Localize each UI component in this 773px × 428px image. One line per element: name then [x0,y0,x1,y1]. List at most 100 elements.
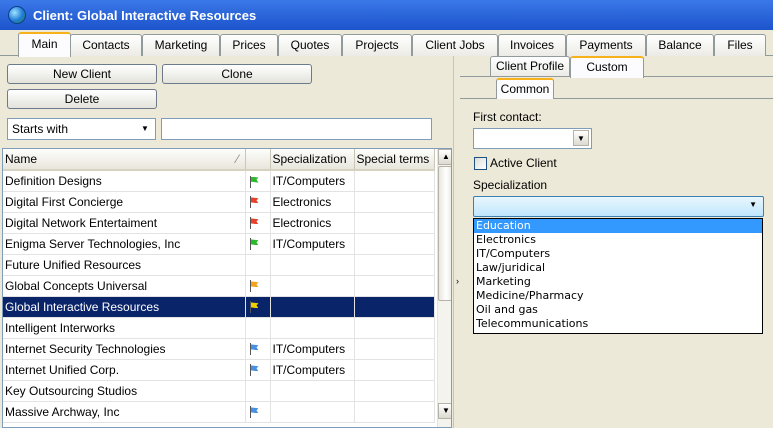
table-row[interactable]: Digital First Concierge Electronics [3,191,435,213]
specialization-option[interactable]: Medicine/Pharmacy [474,289,762,303]
tab-payments[interactable]: Payments [566,34,646,56]
specialization-cell[interactable] [270,254,355,276]
table-row[interactable]: Intelligent Interworks [3,317,435,339]
tab-client-profile[interactable]: Client Profile [490,56,570,76]
client-name-cell[interactable]: Enigma Server Technologies, Inc [3,233,246,255]
flag-cell[interactable] [245,317,271,339]
new-client-button[interactable]: New Client [7,64,157,84]
flag-cell[interactable] [245,233,271,255]
column-name[interactable]: Name ⁄ [3,149,246,171]
special-terms-cell[interactable] [354,296,435,318]
specialization-cell[interactable]: Electronics [270,191,355,213]
column-special-terms[interactable]: Special terms [354,149,435,171]
column-flag[interactable] [245,149,271,171]
flag-cell[interactable] [245,212,271,234]
clone-button[interactable]: Clone [162,64,312,84]
table-row[interactable]: Global Concepts Universal [3,275,435,297]
client-name-cell[interactable]: Intelligent Interworks [3,317,246,339]
specialization-cell[interactable]: IT/Computers [270,359,355,381]
panel-splitter[interactable]: › [453,56,460,428]
flag-cell[interactable] [245,296,271,318]
table-row[interactable]: Digital Network Entertaiment Electronics [3,212,435,234]
flag-cell[interactable] [245,380,271,402]
scroll-up-icon[interactable]: ▲ [438,149,451,165]
tab-quotes[interactable]: Quotes [278,34,342,56]
table-row[interactable]: Internet Unified Corp. IT/Computers [3,359,435,381]
specialization-cell[interactable]: IT/Computers [270,233,355,255]
tab-common[interactable]: Common [496,78,554,99]
specialization-option[interactable]: Electronics [474,233,762,247]
table-row[interactable]: Definition Designs IT/Computers [3,170,435,192]
scroll-thumb[interactable] [438,166,451,301]
specialization-cell[interactable] [270,401,355,423]
delete-button[interactable]: Delete [7,89,157,109]
client-name-cell[interactable]: Digital Network Entertaiment [3,212,246,234]
client-name-cell[interactable]: Digital First Concierge [3,191,246,213]
special-terms-cell[interactable] [354,317,435,339]
special-terms-cell[interactable] [354,170,435,192]
special-terms-cell[interactable] [354,233,435,255]
table-row[interactable]: Key Outsourcing Studios [3,380,435,402]
specialization-option[interactable]: Law/juridical [474,261,762,275]
special-terms-cell[interactable] [354,338,435,360]
client-name-cell[interactable]: Future Unified Resources [3,254,246,276]
special-terms-cell[interactable] [354,191,435,213]
table-row[interactable]: Enigma Server Technologies, Inc IT/Comput… [3,233,435,255]
flag-cell[interactable] [245,275,271,297]
specialization-cell[interactable] [270,275,355,297]
grid-scrollbar[interactable]: ▲ ▼ [437,149,451,427]
specialization-cell[interactable]: IT/Computers [270,170,355,192]
client-name-cell[interactable]: Internet Unified Corp. [3,359,246,381]
client-name-cell[interactable]: Global Interactive Resources [3,296,246,318]
flag-cell[interactable] [245,359,271,381]
specialization-option[interactable]: Education [474,219,762,233]
specialization-option[interactable]: Marketing [474,275,762,289]
tab-invoices[interactable]: Invoices [498,34,566,56]
filter-mode-select[interactable]: Starts with ▼ [7,118,156,140]
specialization-cell[interactable]: IT/Computers [270,338,355,360]
specialization-cell[interactable]: Electronics [270,212,355,234]
specialization-option[interactable]: Oil and gas [474,303,762,317]
specialization-cell[interactable] [270,296,355,318]
specialization-select[interactable]: ▼ [473,196,764,217]
client-name-cell[interactable]: Definition Designs [3,170,246,192]
flag-cell[interactable] [245,170,271,192]
tab-projects[interactable]: Projects [342,34,412,56]
client-name-cell[interactable]: Massive Archway, Inc [3,401,246,423]
first-contact-select[interactable]: ▼ [473,128,592,149]
client-name-cell[interactable]: Key Outsourcing Studios [3,380,246,402]
specialization-cell[interactable] [270,380,355,402]
tab-prices[interactable]: Prices [220,34,278,56]
flag-cell[interactable] [245,401,271,423]
flag-cell[interactable] [245,254,271,276]
special-terms-cell[interactable] [354,401,435,423]
chevron-down-icon[interactable]: ▼ [573,130,589,146]
special-terms-cell[interactable] [354,359,435,381]
specialization-cell[interactable] [270,317,355,339]
tab-files[interactable]: Files [714,34,766,56]
tab-client-jobs[interactable]: Client Jobs [412,34,498,56]
client-name-cell[interactable]: Internet Security Technologies [3,338,246,360]
tab-balance[interactable]: Balance [646,34,714,56]
tab-marketing[interactable]: Marketing [142,34,220,56]
client-name-cell[interactable]: Global Concepts Universal [3,275,246,297]
table-row[interactable]: Global Interactive Resources [3,296,435,318]
table-row[interactable]: Future Unified Resources [3,254,435,276]
special-terms-cell[interactable] [354,254,435,276]
flag-cell[interactable] [245,338,271,360]
table-row[interactable]: Internet Security Technologies IT/Compute… [3,338,435,360]
filter-text-input[interactable] [161,118,432,140]
column-specialization[interactable]: Specialization [270,149,355,171]
flag-cell[interactable] [245,191,271,213]
specialization-option[interactable]: IT/Computers [474,247,762,261]
tab-custom[interactable]: Custom [570,56,644,78]
active-client-checkbox[interactable] [474,157,487,170]
specialization-option[interactable]: Telecommunications [474,317,762,331]
tab-main[interactable]: Main [18,32,71,57]
special-terms-cell[interactable] [354,380,435,402]
scroll-down-icon[interactable]: ▼ [438,403,451,419]
special-terms-cell[interactable] [354,212,435,234]
special-terms-cell[interactable] [354,275,435,297]
tab-contacts[interactable]: Contacts [70,34,142,56]
table-row[interactable]: Massive Archway, Inc [3,401,435,423]
